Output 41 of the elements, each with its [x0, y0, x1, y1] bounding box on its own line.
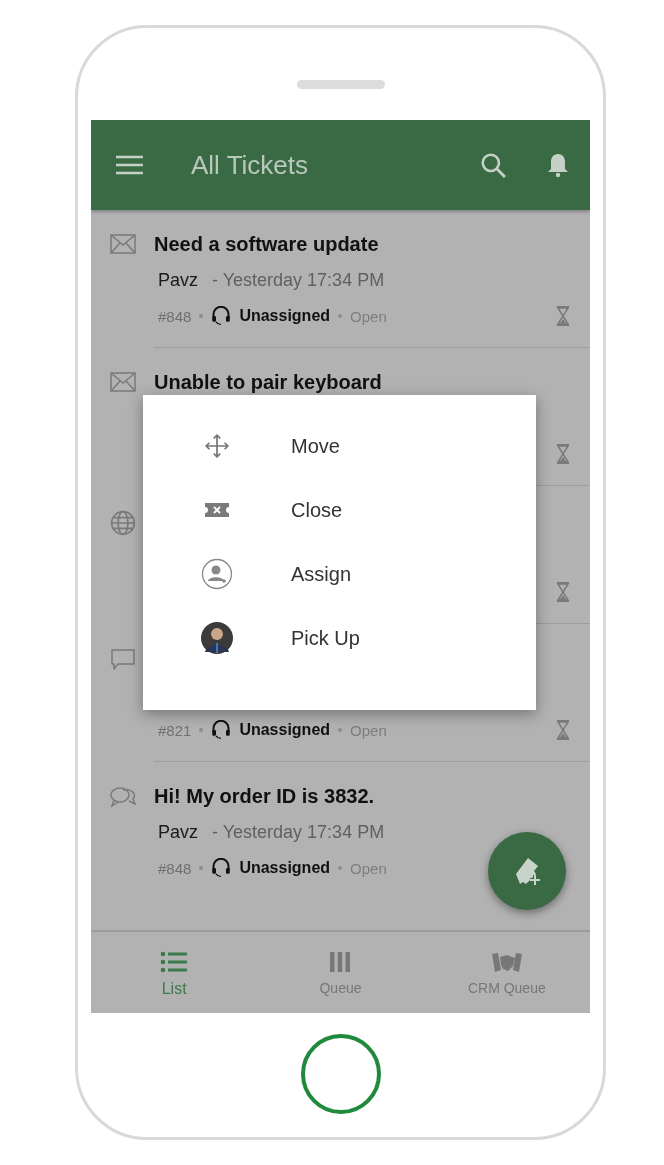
search-icon [480, 152, 506, 178]
ticket-number: #848 [158, 307, 192, 325]
ticket-assignee: Unassigned [239, 307, 331, 325]
move-arrows-icon [204, 433, 230, 459]
columns-icon [329, 950, 352, 974]
menu-item[interactable]: Close [143, 478, 536, 542]
headset-icon [211, 858, 232, 878]
menu-item[interactable]: Assign [143, 542, 536, 606]
ticket-title[interactable]: Hi! My order ID is 3832. [154, 784, 375, 808]
ticket-author: Pavz [158, 269, 199, 291]
menu-button[interactable] [116, 155, 143, 175]
bell-icon [546, 152, 570, 178]
new-ticket-button[interactable] [488, 832, 566, 910]
menu-item[interactable]: Pick Up [143, 606, 536, 670]
globe-icon [109, 510, 136, 536]
page-title: All Tickets [191, 149, 310, 181]
handshake-icon [490, 950, 523, 974]
ticket-number: #821 [158, 721, 192, 739]
ticket-time: - Yesterday 17:34 PM [212, 821, 385, 843]
headset-icon [211, 720, 232, 740]
avatar-icon [201, 622, 233, 654]
list-icon [160, 950, 189, 974]
search-button[interactable] [480, 152, 506, 178]
ticket-author: Pavz [158, 821, 199, 843]
assign-user-icon [201, 558, 233, 590]
ticket-title[interactable]: Need a software update [154, 232, 379, 256]
envelope-icon [109, 234, 136, 254]
chat-bubbles-icon [108, 786, 137, 808]
ticket-title[interactable]: Unable to pair keyboard [154, 370, 382, 394]
menu-item[interactable]: Move [143, 414, 536, 478]
envelope-icon [109, 372, 136, 392]
ticket-time: - Yesterday 17:34 PM [212, 269, 385, 291]
headset-icon [211, 306, 232, 326]
ticket-assignee: Unassigned [239, 859, 331, 877]
speech-bubble-icon [109, 648, 136, 672]
notifications-button[interactable] [546, 152, 570, 178]
ticket-close-icon [204, 502, 230, 518]
menu-icon [116, 155, 143, 175]
home-button[interactable] [300, 1034, 381, 1114]
ticket-number: #848 [158, 859, 192, 877]
ticket-assignee: Unassigned [239, 721, 331, 739]
